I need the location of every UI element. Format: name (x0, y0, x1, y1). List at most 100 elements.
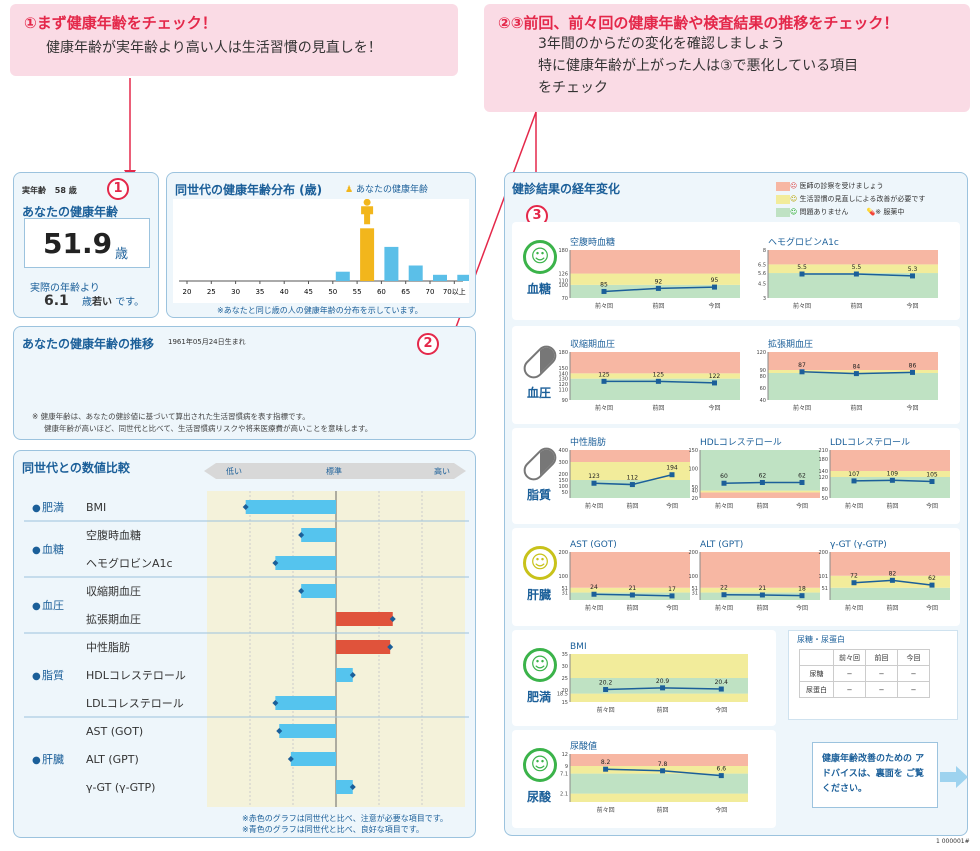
person-icon: ♟ (345, 185, 354, 195)
urine-row-name: 尿糖 (799, 665, 834, 682)
result-ytick: 150 (688, 448, 698, 454)
result-ytick: 180 (558, 248, 568, 254)
result-ytick: 140 (558, 371, 568, 377)
result-point (929, 582, 935, 588)
result-ytick: 100 (558, 484, 568, 490)
group-name: 脂質 (42, 668, 64, 682)
result-chart: 収縮期血圧 90 110120130140150 180 125 前々回 125 前回 122 今… (558, 338, 740, 412)
result-point (655, 285, 661, 291)
result-value-label: 62 (928, 575, 936, 582)
dist-tick-label: 25 (207, 288, 216, 296)
dist-tick-label: 35 (255, 288, 264, 296)
urine-title: 尿糖・尿蛋白 (797, 635, 845, 644)
result-ytick: 110 (558, 279, 568, 285)
result-point (853, 371, 859, 377)
result-value-label: 20.9 (656, 678, 670, 685)
result-point (799, 479, 805, 485)
result-ytick: 60 (760, 386, 766, 392)
result-x-label: 前回 (626, 502, 638, 510)
result-x-label: 前回 (652, 302, 664, 310)
urine-cell: − (897, 681, 930, 698)
result-point (591, 480, 597, 486)
result-ytick: 150 (558, 478, 568, 484)
result-value-label: 85 (600, 281, 608, 288)
comparison-row-label: ALT (GPT) (86, 753, 139, 766)
section-name: 血糖 (527, 282, 552, 296)
result-zone (570, 552, 690, 588)
result-ytick: 50 (822, 496, 828, 502)
trend-birth: 1961年05月24日生まれ (168, 338, 246, 346)
result-value-label: 92 (655, 278, 663, 285)
result-point (601, 288, 607, 294)
result-value-label: 24 (590, 584, 598, 591)
result-ytick: 180 (558, 350, 568, 356)
result-value-label: 72 (850, 573, 858, 580)
urine-col-header: 前回 (865, 649, 898, 666)
result-x-label: 今回 (796, 604, 808, 612)
comparison-row-label: 中性脂肪 (86, 640, 130, 654)
comparison-bar (336, 612, 393, 626)
result-ytick: 35 (562, 652, 568, 658)
result-x-label: 前回 (626, 604, 638, 612)
comparison-chart: ● 肥満 BMI● 血糖空腹時血糖ヘモグロビンA1c● 血圧収縮期血圧拡張期血圧● 脂質中… (24, 491, 469, 807)
comparison-bar (275, 556, 336, 570)
result-point (660, 768, 666, 774)
result-x-label: 今回 (796, 502, 808, 510)
result-zone (570, 793, 748, 802)
result-point (759, 592, 765, 598)
result-ytick: 200 (558, 550, 568, 556)
comparison-row-label: γ-GT (γ-GTP) (86, 781, 155, 794)
result-point (601, 378, 607, 384)
real-age-value: 58 歳 (54, 186, 77, 195)
section-name: 脂質 (527, 488, 552, 502)
comparison-bar (279, 724, 336, 738)
result-chart: 拡張期血圧 40 60 8090 120 87 前々回 84 前回 86 今回 (756, 338, 938, 412)
smile-face-icon: ☺ (523, 648, 557, 682)
result-chart-title: γ-GT (γ-GTP) (830, 540, 887, 550)
result-ytick: 15 (562, 700, 568, 706)
result-chart-title: 拡張期血圧 (768, 338, 813, 350)
result-chart: 中性脂肪 50100150200 300 400 123 前々回 112 前回 194 今回 (558, 436, 690, 510)
smile-face-icon: ☺ (523, 240, 557, 274)
trend-note-2: 健康年齢が高いほど、同世代と比べて、生活習慣病リスクや将来医療費が高いことを意味… (44, 424, 373, 433)
result-x-label: 今回 (708, 302, 720, 310)
result-value-label: 125 (653, 371, 665, 378)
result-x-label: 前々回 (597, 706, 615, 714)
comparison-row-label: BMI (86, 501, 106, 514)
result-chart: ALT (GPT)315110020022前々回21前回18今回 (688, 540, 820, 612)
result-value-label: 62 (759, 472, 767, 479)
dist-tick-label: 55 (353, 288, 362, 296)
result-x-label: 今回 (715, 806, 727, 814)
result-point (718, 686, 724, 692)
result-ytick: 80 (822, 487, 828, 493)
result-point (669, 472, 675, 478)
result-ytick: 400 (558, 448, 568, 454)
result-value-label: 122 (709, 373, 721, 380)
result-x-label: 今回 (906, 404, 918, 412)
section-name: 肥満 (527, 690, 552, 704)
dist-bar (433, 274, 447, 281)
result-point (721, 592, 727, 598)
result-x-label: 今回 (666, 502, 678, 510)
result-x-label: 前回 (850, 404, 862, 412)
group-name: 肥満 (42, 501, 64, 514)
result-value-label: 21 (759, 585, 767, 592)
urine-row-name: 尿蛋白 (799, 681, 834, 698)
result-x-label: 前々回 (845, 604, 863, 612)
urine-table: 前々回 前回 今回 尿糖 − − − 尿蛋白 − − − (799, 649, 930, 698)
comparison-note-2: ※青色のグラフは同世代と比べ、良好な項目です。 (242, 825, 424, 834)
health-age-unit: 歳 (115, 247, 129, 262)
result-zone (700, 490, 820, 493)
result-point (660, 685, 666, 691)
result-ytick: 140 (818, 469, 828, 475)
comparison-row-label: LDLコレステロール (86, 697, 184, 710)
result-chart: HDLコレステロール20405010015060前々回62前回62今回 (688, 437, 820, 510)
age-diff-value: 6.1 (44, 293, 69, 309)
result-x-label: 前回 (657, 806, 669, 814)
page-code: 1 000001# (936, 838, 970, 845)
result-point (889, 477, 895, 483)
smile-face-icon: ☺ (523, 748, 557, 782)
section-name: 血圧 (527, 386, 552, 400)
result-value-label: 60 (720, 473, 728, 480)
result-point (799, 369, 805, 375)
